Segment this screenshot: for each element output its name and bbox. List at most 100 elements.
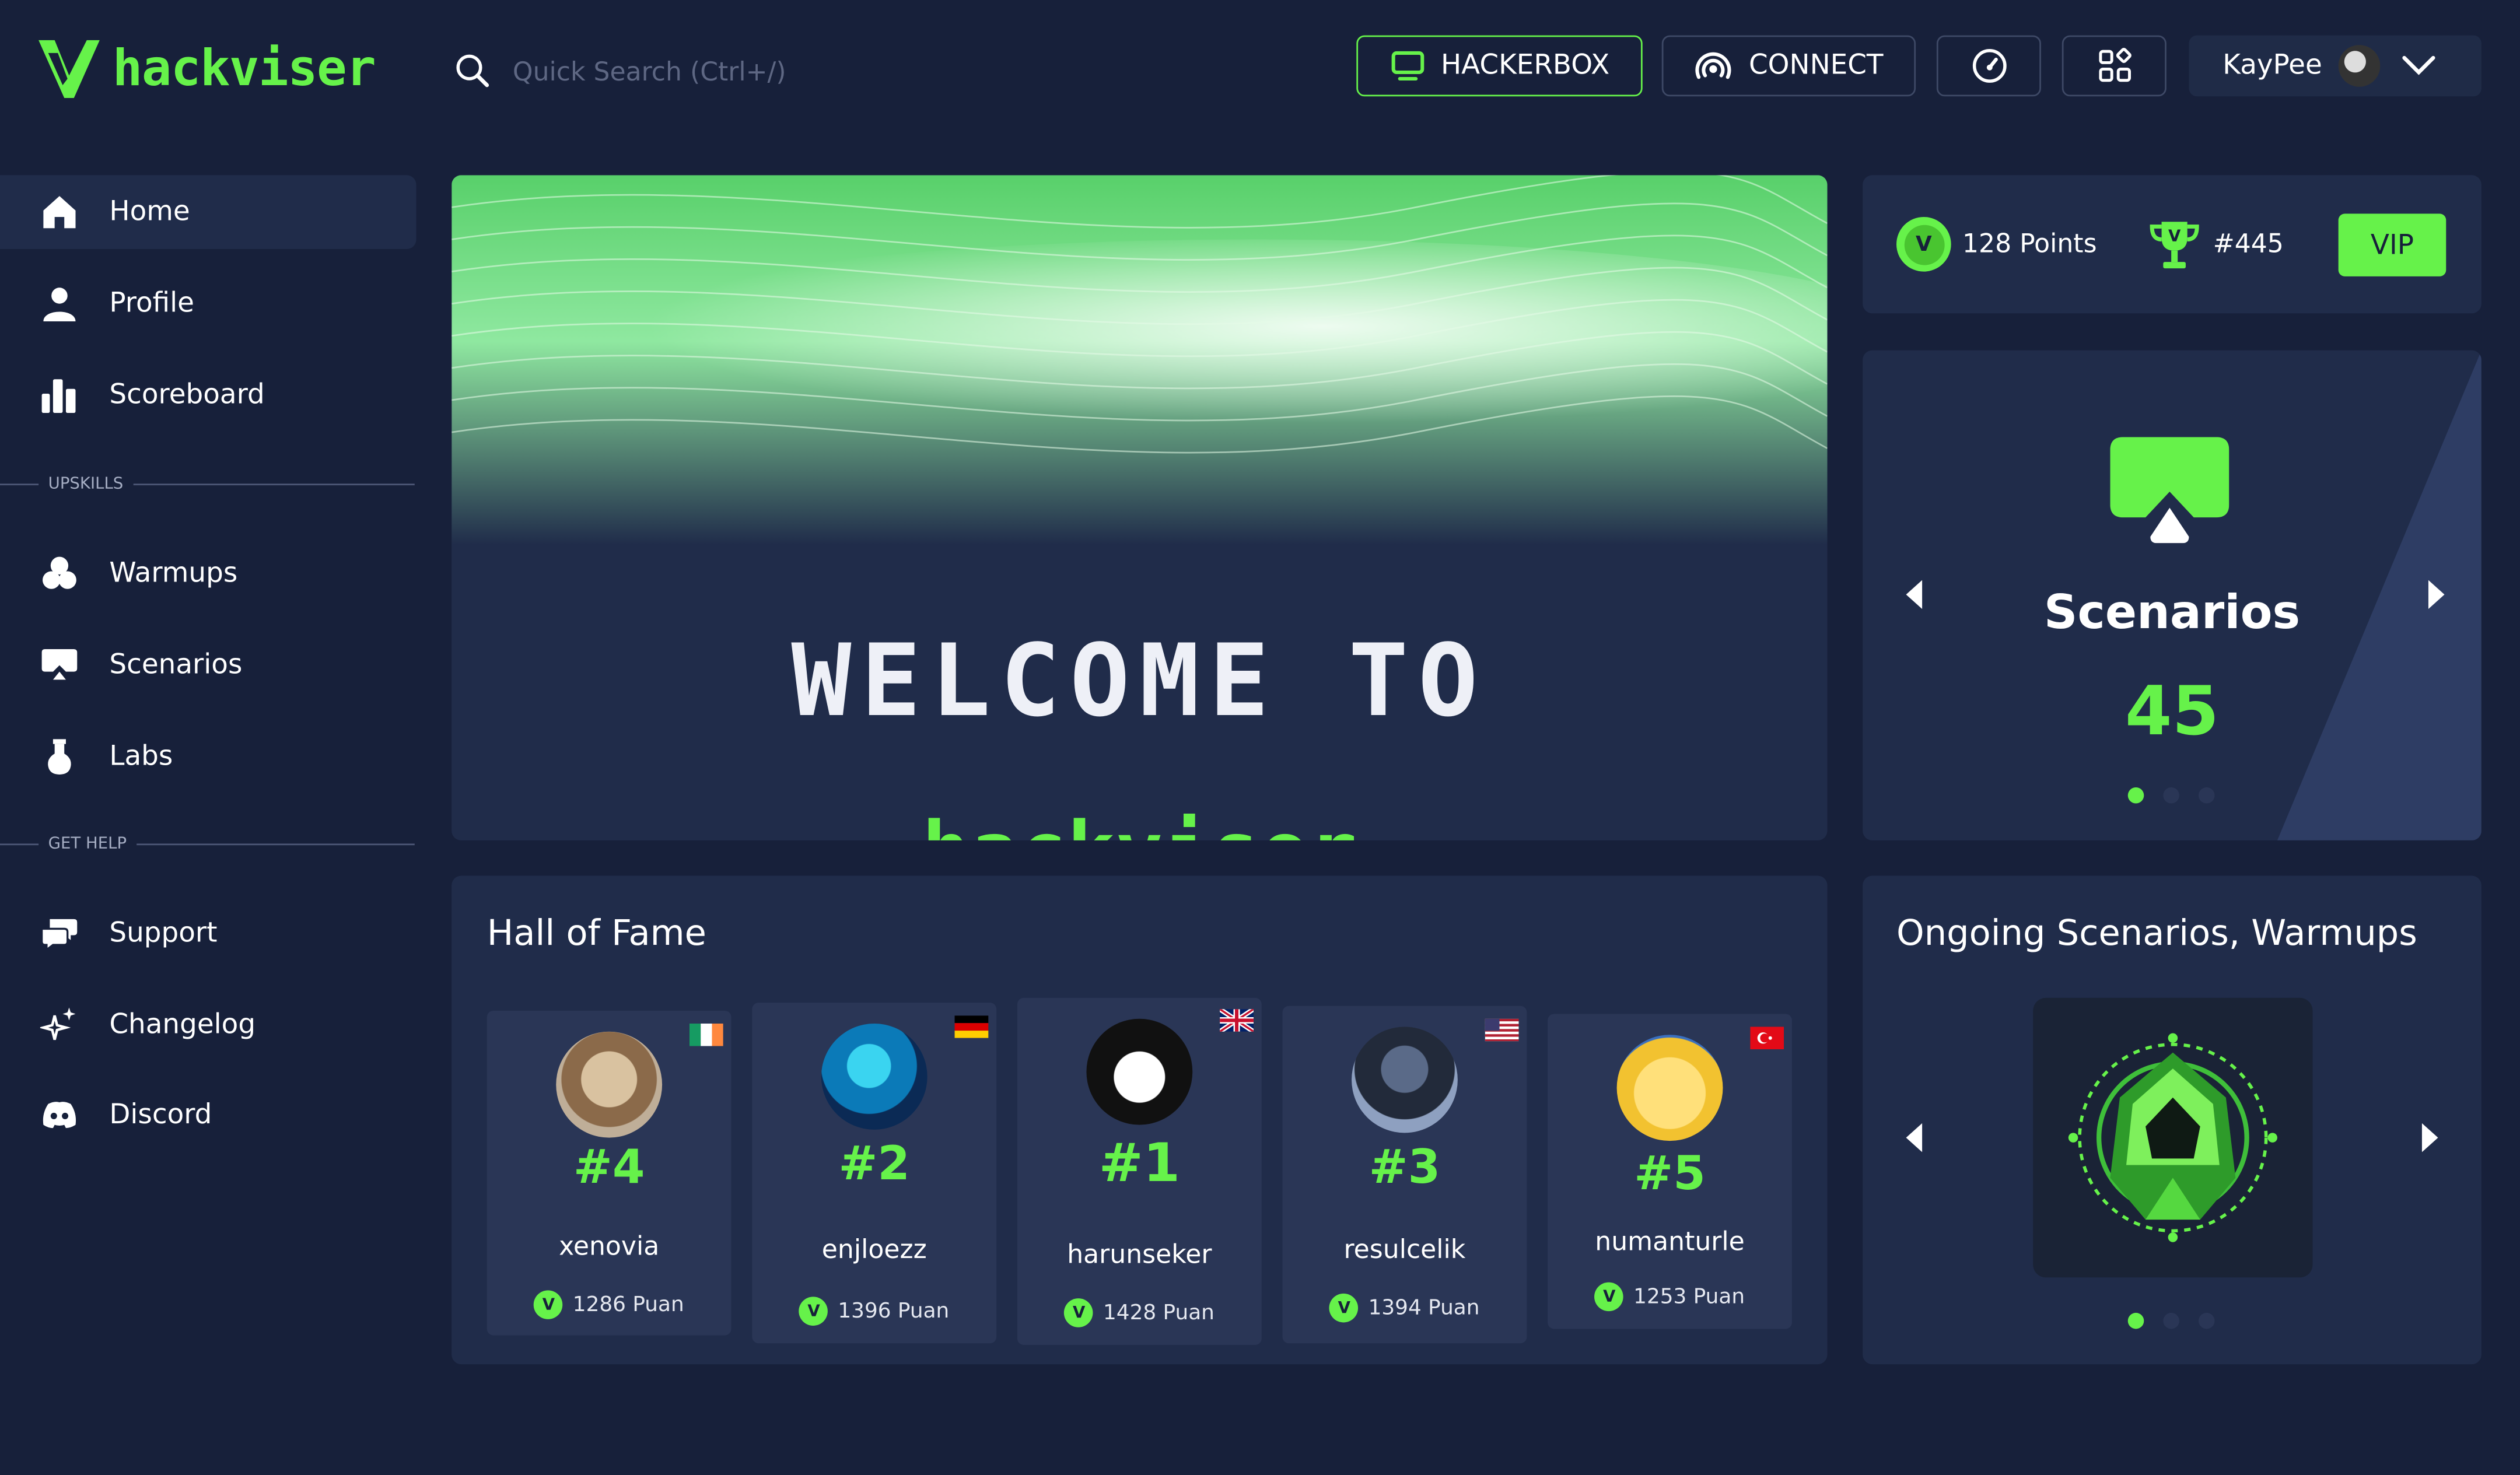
search-icon	[456, 54, 489, 87]
united-states-flag-icon	[1485, 1018, 1519, 1042]
sidebar-item-label: Discord	[109, 1099, 212, 1131]
section-upskills: UPSKILLS	[0, 472, 415, 495]
player-card[interactable]: #4 xenovia V 1286 Puan	[487, 1010, 732, 1336]
vip-button[interactable]: VIP	[2338, 213, 2446, 276]
user-menu[interactable]: KayPee	[2189, 35, 2482, 97]
welcome-heading: WELCOME TO	[791, 622, 1488, 740]
sidebar-item-label: Labs	[109, 741, 173, 773]
united-kingdom-flag-icon	[1220, 1009, 1254, 1032]
player-points-value: 1396 Puan	[838, 1299, 950, 1323]
avatar	[1086, 1018, 1193, 1125]
player-name: harunseker	[1067, 1239, 1212, 1270]
sidebar-item-warmups[interactable]: Warmups	[0, 537, 416, 611]
hackerbox-button[interactable]: HACKERBOX	[1356, 35, 1643, 97]
sidebar-item-label: Scoreboard	[109, 379, 265, 412]
player-points: V 1428 Puan	[1017, 1298, 1262, 1327]
sidebar-item-changelog[interactable]: Changelog	[0, 988, 416, 1062]
avatar	[2338, 45, 2381, 87]
discord-icon	[43, 1102, 76, 1129]
scenarios-icon	[2110, 437, 2230, 544]
scenarios-icon	[41, 649, 78, 680]
points-coin-icon: V	[1329, 1293, 1359, 1323]
carousel-dot[interactable]	[2127, 787, 2144, 804]
brand-name: hackviser	[112, 40, 376, 99]
chat-bubbles-icon	[40, 919, 78, 952]
ongoing-item-thumbnail[interactable]	[2033, 997, 2313, 1278]
chevron-down-icon	[2402, 55, 2435, 75]
player-name: xenovia	[559, 1231, 660, 1262]
points-coin-icon: V	[1595, 1282, 1624, 1312]
ireland-flag-icon	[689, 1023, 723, 1046]
player-rank: #2	[838, 1136, 911, 1191]
player-name: resulcelik	[1343, 1234, 1466, 1265]
points-coin-icon: V	[534, 1290, 564, 1319]
sidebar-item-home[interactable]: Home	[0, 175, 416, 250]
carousel-dot[interactable]	[2163, 787, 2179, 804]
rank-value: #445	[2213, 228, 2284, 259]
speedometer-icon	[1972, 49, 2006, 83]
points-value: 128 Points	[1962, 228, 2097, 259]
scenarios-title: Scenarios	[2043, 584, 2301, 640]
scenarios-count: 45	[2124, 671, 2220, 751]
player-points-value: 1286 Puan	[572, 1292, 684, 1317]
wave-background	[452, 175, 1828, 545]
sidebar-item-label: Home	[109, 196, 190, 229]
sidebar-item-scenarios[interactable]: Scenarios	[0, 628, 416, 702]
username: KayPee	[2222, 50, 2322, 82]
carousel-dot[interactable]	[2127, 1312, 2144, 1329]
sidebar-item-label: Scenarios	[109, 649, 243, 682]
sidebar-item-profile[interactable]: Profile	[0, 267, 416, 341]
warmups-icon	[43, 556, 76, 589]
section-label: UPSKILLS	[48, 475, 124, 493]
sidebar-item-support[interactable]: Support	[0, 896, 416, 971]
chevron-left-icon[interactable]	[1905, 1123, 1924, 1152]
apps-grid-icon	[2098, 48, 2131, 82]
player-name: enjloezz	[821, 1234, 927, 1265]
sidebar-item-scoreboard[interactable]: Scoreboard	[0, 358, 416, 432]
chevron-right-icon[interactable]	[2420, 1123, 2440, 1152]
player-card[interactable]: #5 numanturle V 1253 Puan	[1548, 1014, 1792, 1329]
quick-search[interactable]: Quick Search (Ctrl+/)	[453, 48, 786, 93]
avatar	[556, 1031, 663, 1138]
player-card[interactable]: #3 resulcelik V 1394 Puan	[1282, 1005, 1527, 1344]
player-rank: #3	[1368, 1139, 1441, 1194]
sidebar-item-discord[interactable]: Discord	[0, 1078, 416, 1152]
sidebar-item-label: Warmups	[109, 558, 238, 590]
points-coin-icon: V	[1064, 1298, 1094, 1327]
player-points-value: 1394 Puan	[1368, 1295, 1480, 1320]
hackerbox-label: HACKERBOX	[1440, 50, 1610, 82]
points-coin-icon: V	[799, 1297, 828, 1326]
player-points-value: 1253 Puan	[1633, 1284, 1745, 1309]
carousel-dot[interactable]	[2198, 787, 2215, 804]
home-icon	[43, 196, 76, 229]
chevron-right-icon[interactable]	[2427, 580, 2446, 609]
hooded-hacker-icon	[2068, 1033, 2277, 1242]
monitor-icon	[1391, 51, 1423, 81]
search-placeholder[interactable]: Quick Search (Ctrl+/)	[513, 55, 786, 86]
hall-of-fame-panel: Hall of Fame #4 xenovia V 1286 Puan #2 e…	[452, 875, 1828, 1365]
connect-button[interactable]: CONNECT	[1661, 35, 1916, 97]
sidebar-item-labs[interactable]: Labs	[0, 720, 416, 794]
svg-text:V: V	[2168, 226, 2181, 245]
player-name: numanturle	[1595, 1226, 1745, 1257]
speedometer-button[interactable]	[1936, 35, 2041, 97]
turkey-flag-icon	[1750, 1026, 1784, 1050]
user-icon	[43, 288, 76, 322]
carousel-dot[interactable]	[2163, 1312, 2179, 1329]
player-card[interactable]: #1 harunseker V 1428 Puan	[1017, 997, 1262, 1346]
ongoing-title: Ongoing Scenarios, Warmups	[1896, 914, 2417, 955]
player-points: V 1396 Puan	[752, 1297, 996, 1326]
user-stats-panel: V 128 Points V #445 VIP	[1863, 175, 2482, 314]
avatar	[1352, 1026, 1458, 1133]
player-points: V 1253 Puan	[1548, 1282, 1792, 1312]
player-points: V 1286 Puan	[487, 1290, 732, 1319]
flask-icon	[48, 739, 71, 775]
brand-logo[interactable]: hackviser	[36, 36, 376, 103]
carousel-dot[interactable]	[2198, 1312, 2215, 1329]
signal-icon	[1695, 52, 1731, 79]
chevron-left-icon[interactable]	[1905, 580, 1924, 609]
bar-chart-icon	[41, 379, 76, 414]
player-card[interactable]: #2 enjloezz V 1396 Puan	[752, 1003, 997, 1344]
apps-button[interactable]	[2062, 35, 2166, 97]
trophy-icon: V	[2150, 222, 2199, 269]
